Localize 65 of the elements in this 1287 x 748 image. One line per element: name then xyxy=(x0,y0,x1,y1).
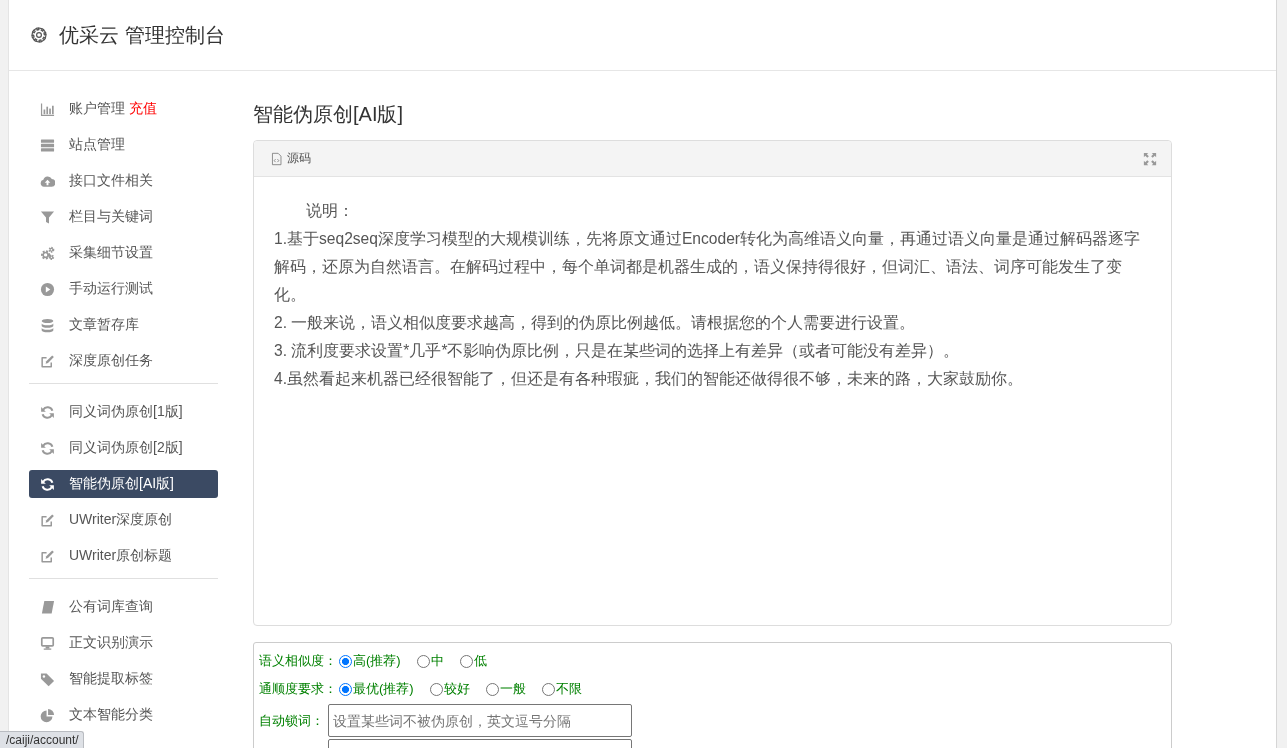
radio-button[interactable] xyxy=(459,654,473,668)
radio-label[interactable]: 一般 xyxy=(499,680,526,698)
radio-button[interactable] xyxy=(416,654,430,668)
sidebar-item[interactable]: 同义词伪原创[1版] xyxy=(29,398,218,426)
radio-label[interactable]: 低 xyxy=(473,652,487,670)
sidebar-item[interactable]: 接口文件相关 xyxy=(29,167,218,195)
sidebar-item[interactable]: 深度原创任务 xyxy=(29,347,218,375)
database-icon xyxy=(40,317,55,333)
app-title: 优采云 管理控制台 xyxy=(59,22,225,48)
instruction-text: 3. 流利度要求设置*几乎*不影响伪原比例，只是在某些词的选择上有差异（或者可能没有差异）。 xyxy=(274,341,961,361)
field-label: 自动锁词： xyxy=(259,711,325,730)
file-code-icon xyxy=(270,151,283,166)
sidebar-item[interactable]: 智能提取标签 xyxy=(29,665,218,693)
book-icon xyxy=(40,599,55,615)
refresh-icon xyxy=(40,476,55,492)
radio-label[interactable]: 最优(推荐) xyxy=(353,680,414,698)
sidebar-item[interactable]: 同义词伪原创[2版] xyxy=(29,434,218,462)
radio-button[interactable] xyxy=(429,682,443,696)
recharge-link[interactable]: 充值 xyxy=(129,100,157,118)
refresh-icon xyxy=(40,404,55,420)
tag-icon xyxy=(40,671,55,687)
sidebar-item[interactable]: 手动运行测试 xyxy=(29,275,218,303)
filter-icon xyxy=(40,209,55,225)
sidebar-item[interactable]: 栏目与关键词 xyxy=(29,203,218,231)
sidebar-item[interactable]: 站点管理 xyxy=(29,131,218,159)
sidebar-item[interactable]: UWriter深度原创 xyxy=(29,506,218,534)
radio-button[interactable] xyxy=(339,682,352,696)
sidebar-item[interactable]: 文章暂存库 xyxy=(29,311,218,339)
page-title: 智能伪原创[AI版] xyxy=(253,102,403,127)
field-label: 语义相似度： xyxy=(259,652,337,670)
source-button[interactable]: 源码 xyxy=(270,150,311,167)
monitor-icon xyxy=(40,635,55,651)
instruction-text: 1.基于seq2seq深度学习模型的大规模训练，先将原文通过Encoder转化为高维语义向量，再通过语义向量是通过解码器逐字解码，还原为自然语言。在解码过程中，每个单词都是机器生成的，语义保持得很好，但词汇、语法、词序可能发生了变化。 xyxy=(274,229,1142,305)
sidebar-item[interactable]: 账户管理 充值 xyxy=(29,95,218,123)
sidebar-item[interactable]: 文本智能分类 xyxy=(29,701,218,729)
radio-button[interactable] xyxy=(541,682,555,696)
radio-label[interactable]: 中 xyxy=(430,652,444,670)
cogs-icon xyxy=(40,245,55,261)
pie-chart-icon xyxy=(40,707,55,723)
bar-chart-icon xyxy=(40,101,55,117)
edit-icon xyxy=(40,512,55,528)
status-url: /caiji/account/ xyxy=(0,731,84,748)
radio-label[interactable]: 高(推荐) xyxy=(353,652,401,670)
radio-label[interactable]: 不限 xyxy=(555,680,582,698)
gear-icon xyxy=(31,27,47,43)
server-icon xyxy=(40,137,55,153)
sidebar-item[interactable]: 采集细节设置 xyxy=(29,239,218,267)
sidebar-item[interactable]: 正文识别演示 xyxy=(29,629,218,657)
refresh-icon xyxy=(40,440,55,456)
cloud-upload-icon xyxy=(40,173,55,189)
instruction-text: 4.虽然看起来机器已经很智能了，但还是有各种瑕疵，我们的智能还做得很不够，未来的路，大家鼓励你。 xyxy=(274,369,1024,389)
section-heading: 说明： xyxy=(305,201,355,221)
radio-label[interactable]: 较好 xyxy=(443,680,470,698)
edit-icon xyxy=(40,353,55,369)
sidebar-item[interactable]: 公有词库查询 xyxy=(29,593,218,621)
expand-icon[interactable] xyxy=(1143,151,1157,166)
sidebar-item[interactable]: 智能伪原创[AI版] xyxy=(29,470,218,498)
sidebar-item[interactable]: UWriter原创标题 xyxy=(29,542,218,570)
instruction-text: 2. 一般来说，语义相似度要求越高，得到的伪原比例越低。请根据您的个人需要进行设置。 xyxy=(274,313,917,333)
input-field[interactable]: 设置某些词不被伪原创，英文逗号分隔 xyxy=(328,704,632,737)
radio-button[interactable] xyxy=(339,654,352,668)
field-label: 通顺度要求： xyxy=(259,680,337,698)
play-circle-icon xyxy=(40,281,55,297)
radio-button[interactable] xyxy=(485,682,499,696)
edit-icon xyxy=(40,548,55,564)
